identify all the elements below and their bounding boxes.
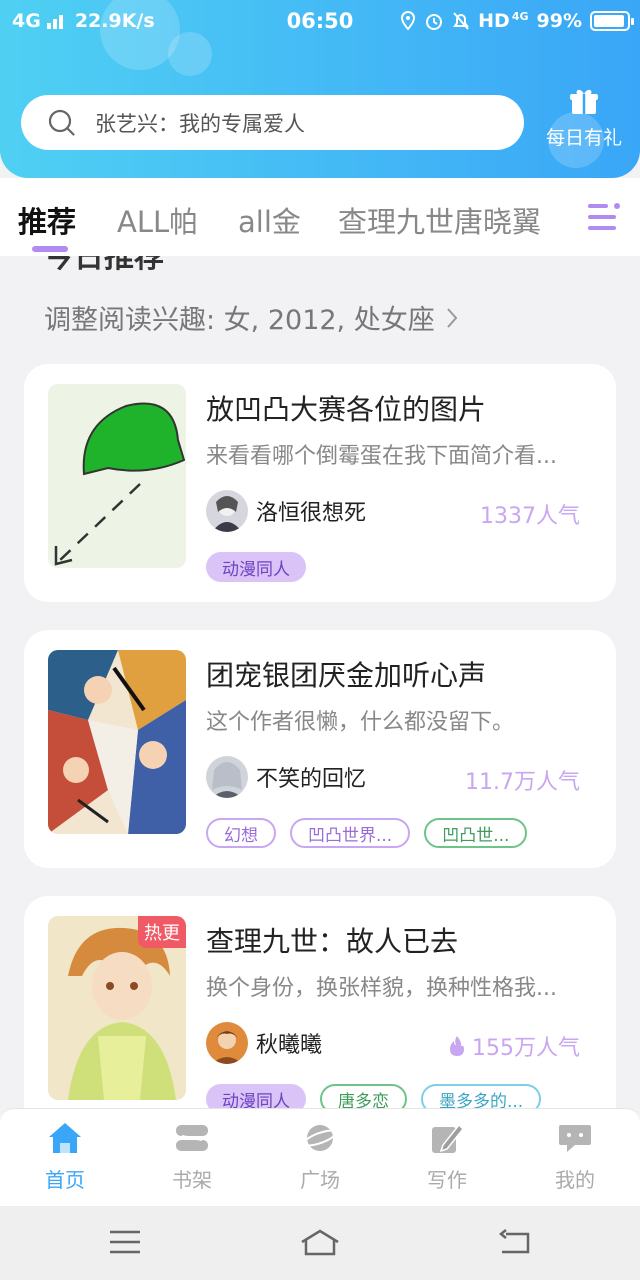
author-name: 洛恒很想死 bbox=[256, 501, 367, 526]
chevron-right-icon bbox=[446, 307, 458, 328]
avatar bbox=[206, 1022, 248, 1064]
search-icon bbox=[48, 109, 75, 136]
home-button-icon[interactable] bbox=[298, 1228, 342, 1258]
active-tab-indicator bbox=[32, 246, 68, 252]
author-name: 秋曦曦 bbox=[256, 1033, 323, 1058]
popularity-count: 155万人气 bbox=[448, 1030, 580, 1062]
network-small: 4G bbox=[511, 9, 529, 23]
status-bar: 4G 22.9K/s 06:50 HD 4G 99% bbox=[0, 0, 640, 44]
tab-chali[interactable]: 查理九世唐晓翼 bbox=[338, 199, 541, 241]
book-cover: 热更 bbox=[48, 916, 186, 1100]
app-header: 4G 22.9K/s 06:50 HD 4G 99% 张艺兴：我的专属爱人 每日… bbox=[0, 0, 640, 178]
nav-write[interactable]: 写作 bbox=[397, 1121, 497, 1193]
book-author[interactable]: 不笑的回忆 bbox=[206, 756, 366, 798]
search-bar[interactable]: 张艺兴：我的专属爱人 bbox=[21, 95, 524, 150]
interest-text: 调整阅读兴趣: 女, 2012, 处女座 bbox=[44, 305, 435, 336]
battery-icon bbox=[590, 11, 634, 31]
category-tabs: 推荐 ALL帕 all金 查理九世唐晓翼 bbox=[0, 178, 640, 256]
tag-list: 动漫同人 bbox=[206, 552, 306, 582]
popularity-count: 11.7万人气 bbox=[465, 764, 580, 796]
chat-bubble-icon bbox=[559, 1125, 591, 1152]
book-title: 查理九世：故人已去 bbox=[206, 925, 459, 958]
recent-apps-icon[interactable] bbox=[108, 1228, 142, 1256]
popularity-text: 1337人气 bbox=[480, 504, 580, 529]
home-icon bbox=[49, 1123, 81, 1153]
alarm-icon bbox=[426, 14, 443, 30]
nav-square[interactable]: 广场 bbox=[270, 1121, 370, 1193]
tab-all-pa[interactable]: ALL帕 bbox=[117, 199, 198, 241]
bookshelf-icon bbox=[176, 1125, 208, 1151]
tab-all-jin[interactable]: all金 bbox=[238, 199, 301, 241]
book-description: 这个作者很懒，什么都没留下。 bbox=[206, 710, 515, 735]
mute-icon bbox=[453, 12, 470, 30]
nav-bookshelf[interactable]: 书架 bbox=[142, 1121, 242, 1193]
back-icon[interactable] bbox=[498, 1228, 532, 1256]
nav-square-label: 广场 bbox=[300, 1168, 340, 1192]
tag[interactable]: 凹凸世界... bbox=[290, 818, 411, 848]
location-icon bbox=[401, 11, 416, 31]
hot-update-badge: 热更 bbox=[138, 916, 186, 948]
popularity-text: 11.7万人气 bbox=[465, 770, 580, 795]
pen-icon bbox=[432, 1123, 465, 1153]
book-cover bbox=[48, 384, 186, 568]
gift-icon bbox=[570, 89, 598, 114]
book-author[interactable]: 洛恒很想死 bbox=[206, 490, 366, 532]
book-card[interactable]: 放凹凸大赛各位的图片 来看看哪个倒霉蛋在我下面简介看... 洛恒很想死 1337… bbox=[24, 364, 616, 602]
nav-bookshelf-label: 书架 bbox=[172, 1168, 212, 1192]
nav-write-label: 写作 bbox=[427, 1168, 467, 1192]
author-name: 不笑的回忆 bbox=[256, 767, 367, 792]
book-title: 放凹凸大赛各位的图片 bbox=[206, 393, 487, 426]
battery-percent: 99% bbox=[536, 10, 582, 32]
popularity-text: 155万人气 bbox=[472, 1036, 580, 1061]
hd-indicator: HD bbox=[478, 10, 510, 32]
book-card[interactable]: 团宠银团厌金加听心声 这个作者很懒，什么都没留下。 不笑的回忆 11.7万人气 … bbox=[24, 630, 616, 868]
book-title: 团宠银团厌金加听心声 bbox=[206, 659, 487, 692]
book-description: 换个身份，换张样貌，换种性格我... bbox=[206, 976, 557, 1001]
tag[interactable]: 凹凸世... bbox=[424, 818, 528, 848]
avatar bbox=[206, 490, 248, 532]
interest-settings-link[interactable]: 调整阅读兴趣: 女, 2012, 处女座 bbox=[44, 298, 459, 337]
nav-mine-label: 我的 bbox=[555, 1168, 595, 1192]
flame-icon bbox=[450, 1036, 464, 1056]
book-cover bbox=[48, 650, 186, 834]
book-description: 来看看哪个倒霉蛋在我下面简介看... bbox=[206, 444, 557, 469]
book-author[interactable]: 秋曦曦 bbox=[206, 1022, 322, 1064]
tag[interactable]: 动漫同人 bbox=[206, 552, 306, 582]
popularity-count: 1337人气 bbox=[480, 498, 580, 530]
nav-home[interactable]: 首页 bbox=[15, 1121, 115, 1193]
menu-icon[interactable] bbox=[586, 200, 622, 234]
bottom-nav: 首页 书架 广场 写作 我的 bbox=[0, 1108, 640, 1206]
planet-icon bbox=[302, 1125, 338, 1151]
tab-recommend[interactable]: 推荐 bbox=[18, 199, 76, 241]
daily-gift-button[interactable]: 每日有礼 bbox=[540, 88, 628, 150]
gift-label: 每日有礼 bbox=[545, 127, 622, 149]
nav-mine[interactable]: 我的 bbox=[525, 1121, 625, 1193]
search-placeholder: 张艺兴：我的专属爱人 bbox=[95, 111, 305, 136]
avatar bbox=[206, 756, 248, 798]
tag-list: 幻想 凹凸世界... 凹凸世... bbox=[206, 818, 528, 848]
system-nav-bar bbox=[0, 1206, 640, 1280]
nav-home-label: 首页 bbox=[45, 1168, 85, 1192]
tag[interactable]: 幻想 bbox=[206, 818, 276, 848]
